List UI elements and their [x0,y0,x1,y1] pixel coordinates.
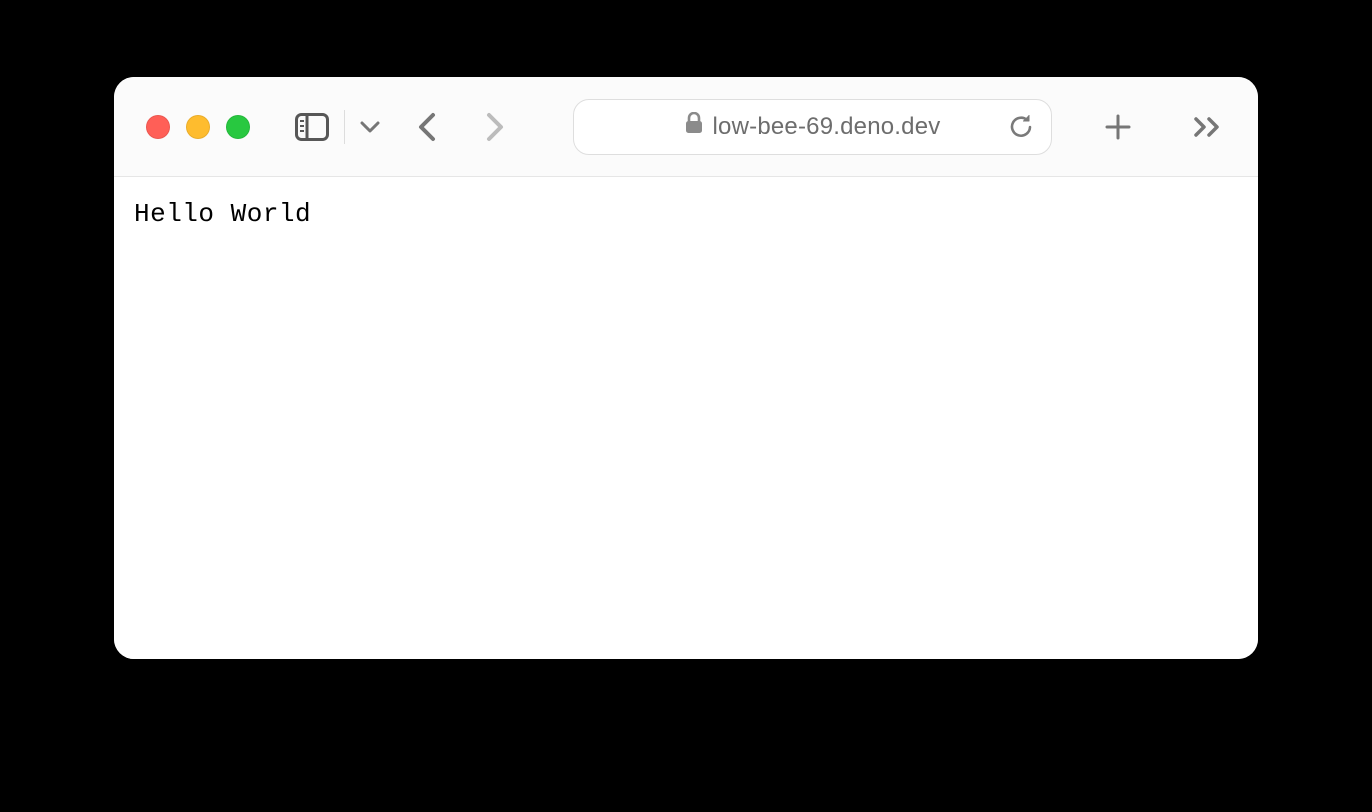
browser-window: low-bee-69.deno.dev [114,77,1258,659]
browser-toolbar: low-bee-69.deno.dev [114,77,1258,177]
window-controls [146,115,250,139]
close-window-button[interactable] [146,115,170,139]
forward-button[interactable] [473,105,517,149]
toolbar-right-controls [1096,105,1230,149]
minimize-window-button[interactable] [186,115,210,139]
chevron-right-icon [485,111,505,143]
navigation-controls [405,105,517,149]
sidebar-icon [295,113,329,141]
new-tab-button[interactable] [1096,105,1140,149]
plus-icon [1104,113,1132,141]
chevrons-right-icon [1193,116,1223,138]
reload-button[interactable] [1003,109,1039,145]
page-body-text: Hello World [134,199,1238,229]
maximize-window-button[interactable] [226,115,250,139]
address-bar[interactable]: low-bee-69.deno.dev [573,99,1052,155]
lock-icon [685,112,703,141]
chevron-down-icon [360,121,380,133]
back-button[interactable] [405,105,449,149]
address-text: low-bee-69.deno.dev [713,113,941,141]
chevron-left-icon [417,111,437,143]
address-content: low-bee-69.deno.dev [685,112,941,141]
toolbar-divider [344,110,345,144]
show-tabs-button[interactable] [1186,105,1230,149]
sidebar-toggle-button[interactable] [290,105,334,149]
tab-group-dropdown-button[interactable] [355,105,385,149]
page-content: Hello World [114,177,1258,659]
reload-icon [1008,113,1034,141]
